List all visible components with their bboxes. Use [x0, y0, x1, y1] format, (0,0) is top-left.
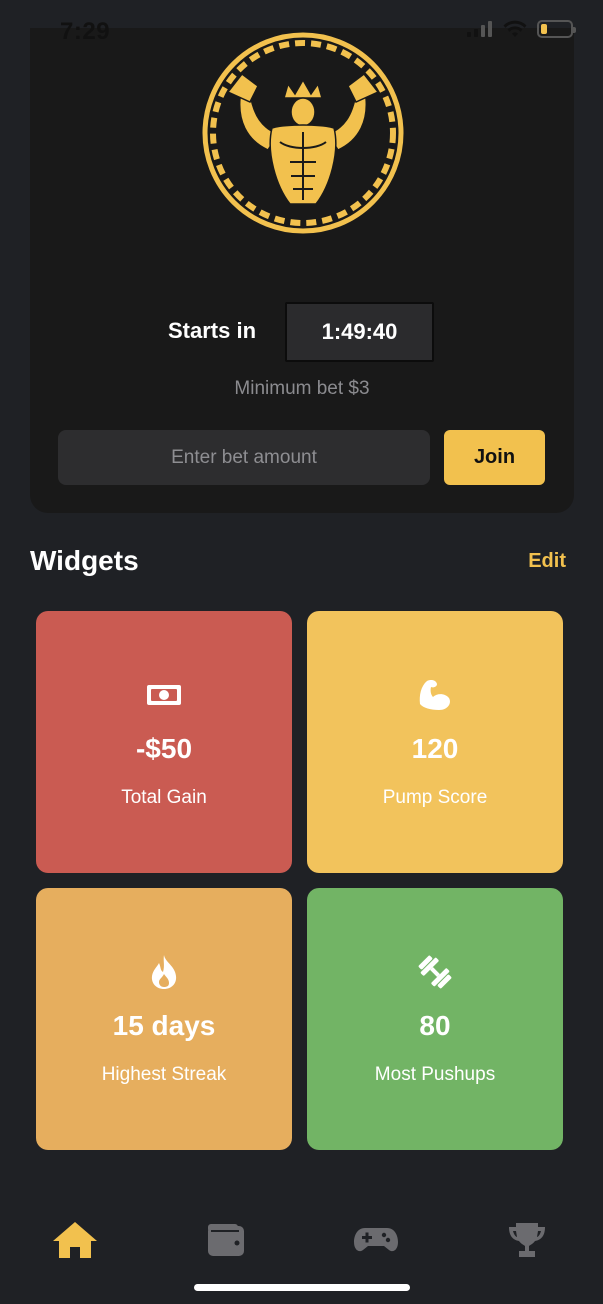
money-bill-icon — [146, 675, 182, 715]
dumbbell-icon — [416, 952, 454, 992]
bottom-tab-bar — [0, 1200, 603, 1280]
widget-label: Highest Streak — [101, 1064, 227, 1085]
tournament-card: Starts in 1:49:40 Minimum bet $3 Join — [30, 28, 574, 513]
flexed-bicep-icon — [417, 675, 453, 715]
widget-value: 80 — [419, 1010, 451, 1041]
wallet-icon — [208, 1224, 244, 1256]
home-icon — [53, 1222, 97, 1258]
home-screen: 7:29 Starts in 1:49:40 Minimum bet $3 En… — [0, 0, 603, 1304]
wifi-icon — [503, 20, 527, 37]
bet-amount-input[interactable] — [58, 430, 430, 485]
edit-widgets-button[interactable]: Edit — [528, 550, 566, 573]
widget-value: 15 days — [112, 1010, 216, 1041]
battery-icon — [537, 20, 576, 38]
widget-label: Most Pushups — [374, 1064, 496, 1085]
trophy-icon — [509, 1223, 545, 1257]
flame-icon — [149, 952, 179, 992]
status-bar: 7:29 — [0, 0, 603, 62]
widget-label: Total Gain — [121, 787, 207, 808]
battery-level — [541, 24, 547, 34]
widgets-title: Widgets — [30, 545, 139, 576]
home-indicator[interactable] — [194, 1284, 410, 1291]
minimum-bet-text: Minimum bet $3 — [234, 378, 370, 399]
widget-pump-score[interactable]: 120 Pump Score — [307, 611, 563, 873]
tab-wallet[interactable] — [196, 1218, 256, 1262]
widget-most-pushups[interactable]: 80 Most Pushups — [307, 888, 563, 1150]
tab-home[interactable] — [45, 1218, 105, 1262]
starts-in-label: Starts in — [168, 318, 257, 343]
status-icons — [467, 20, 576, 38]
countdown-timer: 1:49:40 — [285, 302, 434, 362]
tab-games[interactable] — [346, 1218, 406, 1262]
widget-value: -$50 — [135, 733, 193, 764]
cellular-signal-icon — [467, 21, 492, 37]
widget-label: Pump Score — [382, 787, 488, 808]
widget-total-gain[interactable]: -$50 Total Gain — [36, 611, 292, 873]
widget-value: 120 — [411, 733, 459, 764]
widget-highest-streak[interactable]: 15 days Highest Streak — [36, 888, 292, 1150]
gamepad-icon — [354, 1228, 398, 1252]
status-time: 7:29 — [60, 18, 111, 45]
join-button[interactable]: Join — [444, 430, 545, 485]
tab-leaderboard[interactable] — [497, 1218, 557, 1262]
